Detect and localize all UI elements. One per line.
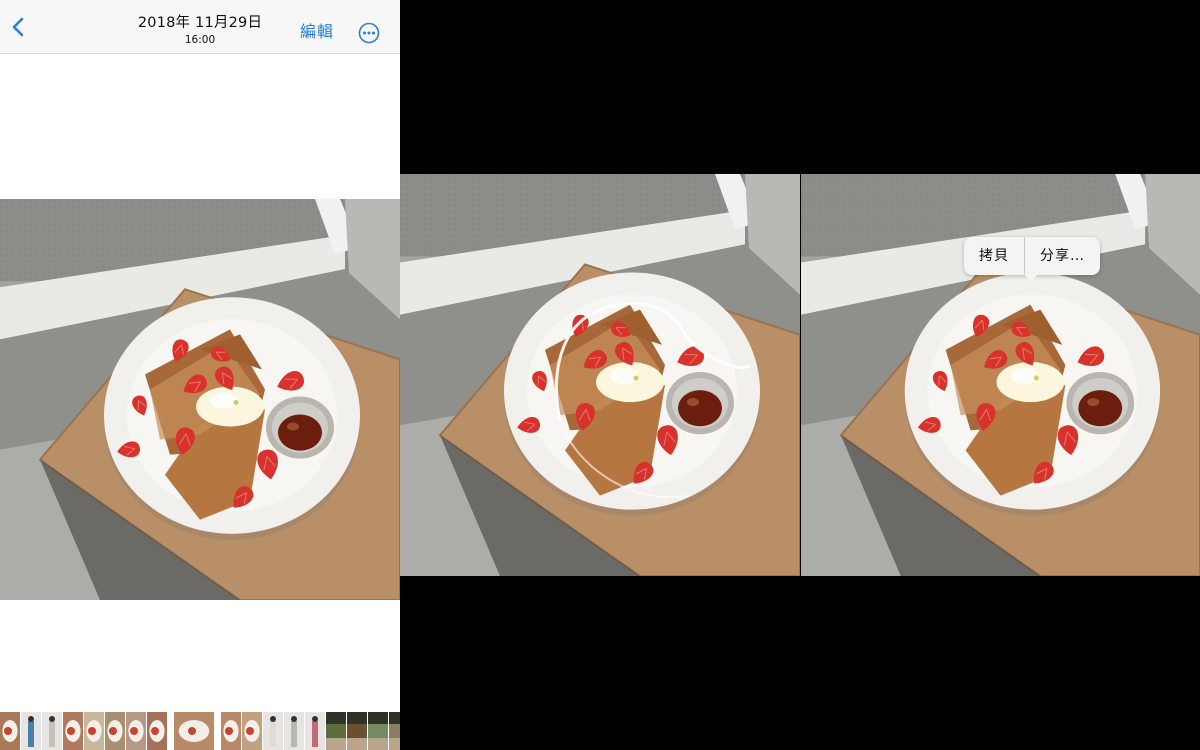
thumbnail[interactable] xyxy=(0,712,20,750)
thumbnail[interactable] xyxy=(242,712,262,750)
ellipsis-circle-icon xyxy=(358,22,380,44)
photo-viewer-screen: 2018年 11月29日 16:00 編輯 xyxy=(0,0,400,750)
context-menu: 拷貝 分享… xyxy=(964,237,1100,275)
navigation-bar: 2018年 11月29日 16:00 編輯 xyxy=(0,0,400,54)
food-photo xyxy=(801,174,1200,576)
thumbnail[interactable] xyxy=(326,712,346,750)
back-button[interactable] xyxy=(6,14,32,40)
thumbnail[interactable] xyxy=(305,712,325,750)
thumbnail[interactable] xyxy=(284,712,304,750)
thumbnail-filmstrip xyxy=(0,712,400,750)
photo-long-press-highlight[interactable] xyxy=(400,174,800,576)
thumbnail[interactable] xyxy=(263,712,283,750)
food-photo xyxy=(0,199,400,600)
thumbnail[interactable] xyxy=(389,712,400,750)
copy-menu-item[interactable]: 拷貝 xyxy=(964,237,1024,275)
share-menu-item[interactable]: 分享… xyxy=(1024,237,1100,275)
chevron-left-icon xyxy=(12,17,24,37)
thumbnail[interactable] xyxy=(347,712,367,750)
photo-time: 16:00 xyxy=(184,34,216,46)
thumbnail[interactable] xyxy=(105,712,125,750)
thumbnail[interactable] xyxy=(221,712,241,750)
thumbnail[interactable] xyxy=(63,712,83,750)
thumbnail-selected[interactable] xyxy=(174,712,214,750)
photo-with-menu[interactable] xyxy=(801,174,1200,576)
thumbnail[interactable] xyxy=(84,712,104,750)
thumbnail[interactable] xyxy=(42,712,62,750)
thumbnail[interactable] xyxy=(21,712,41,750)
thumbnail[interactable] xyxy=(126,712,146,750)
photo-date: 2018年 11月29日 xyxy=(137,15,263,31)
main-photo[interactable] xyxy=(0,199,400,600)
food-photo xyxy=(400,174,800,576)
context-menu-arrow xyxy=(1024,274,1038,282)
screenshot-stage: 2018年 11月29日 16:00 編輯 拷貝 分享… xyxy=(0,0,1200,750)
more-button[interactable] xyxy=(358,22,380,44)
thumbnail[interactable] xyxy=(147,712,167,750)
thumbnail[interactable] xyxy=(368,712,388,750)
nav-title: 2018年 11月29日 16:00 xyxy=(100,14,300,47)
edit-button[interactable]: 編輯 xyxy=(300,22,334,42)
